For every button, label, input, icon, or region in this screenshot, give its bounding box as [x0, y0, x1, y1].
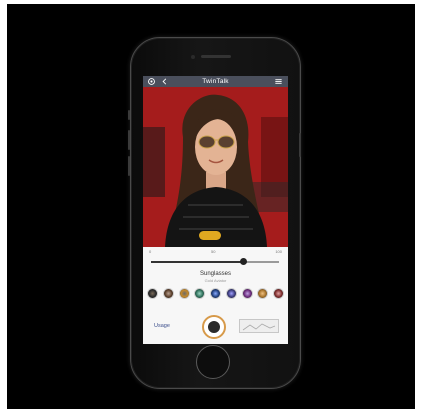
camera-capture-icon[interactable] — [202, 315, 226, 339]
gear-icon[interactable] — [147, 77, 156, 86]
color-swatch[interactable] — [147, 288, 158, 299]
front-camera — [191, 55, 195, 59]
menu-icon[interactable] — [274, 77, 283, 86]
gallery-thumbnail-icon[interactable] — [239, 319, 279, 333]
video-frame: TwinTalk 0 50 100 Sunglasses Gold Aviato… — [7, 4, 415, 409]
color-swatch[interactable] — [178, 288, 190, 299]
chevron-left-icon[interactable] — [160, 77, 169, 86]
color-swatch[interactable] — [162, 288, 174, 299]
slider-mid-label: 50 — [211, 249, 216, 254]
home-button[interactable] — [196, 345, 230, 379]
phone-device: TwinTalk 0 50 100 Sunglasses Gold Aviato… — [128, 37, 301, 389]
color-swatch[interactable] — [194, 288, 206, 299]
app-title: TwinTalk — [202, 78, 229, 85]
filter-name: Sunglasses — [199, 271, 232, 277]
color-swatch[interactable] — [257, 288, 269, 299]
slider-fill — [151, 261, 244, 263]
mute-switch — [128, 110, 130, 120]
slider-max-label: 100 — [275, 249, 282, 254]
intensity-slider[interactable] — [151, 258, 279, 265]
camera-preview-image — [143, 87, 288, 247]
color-swatch[interactable] — [225, 288, 237, 299]
capture-button-core — [208, 321, 220, 333]
slider-thumb[interactable] — [239, 258, 247, 265]
filter-subtitle: Gold Aviator — [204, 278, 227, 283]
camera-preview — [143, 87, 288, 247]
volume-down-button — [128, 156, 130, 176]
active-filter-pill[interactable] — [199, 231, 221, 240]
color-swatch[interactable] — [241, 288, 253, 299]
slider-min-label: 0 — [149, 249, 152, 254]
filter-controls: 0 50 100 Sunglasses Gold Aviator Usage — [143, 247, 288, 344]
volume-up-button — [128, 130, 130, 150]
power-button — [299, 133, 301, 157]
color-swatch[interactable] — [210, 288, 221, 299]
app-header: TwinTalk — [143, 76, 288, 87]
color-swatch-row — [147, 288, 284, 300]
earpiece — [201, 55, 231, 58]
app-screen: TwinTalk 0 50 100 Sunglasses Gold Aviato… — [143, 76, 288, 344]
bottom-bar: Usage — [143, 313, 288, 344]
usage-link[interactable]: Usage — [154, 323, 170, 329]
slider-scale: 0 50 100 — [149, 249, 282, 256]
color-swatch[interactable] — [273, 288, 284, 299]
